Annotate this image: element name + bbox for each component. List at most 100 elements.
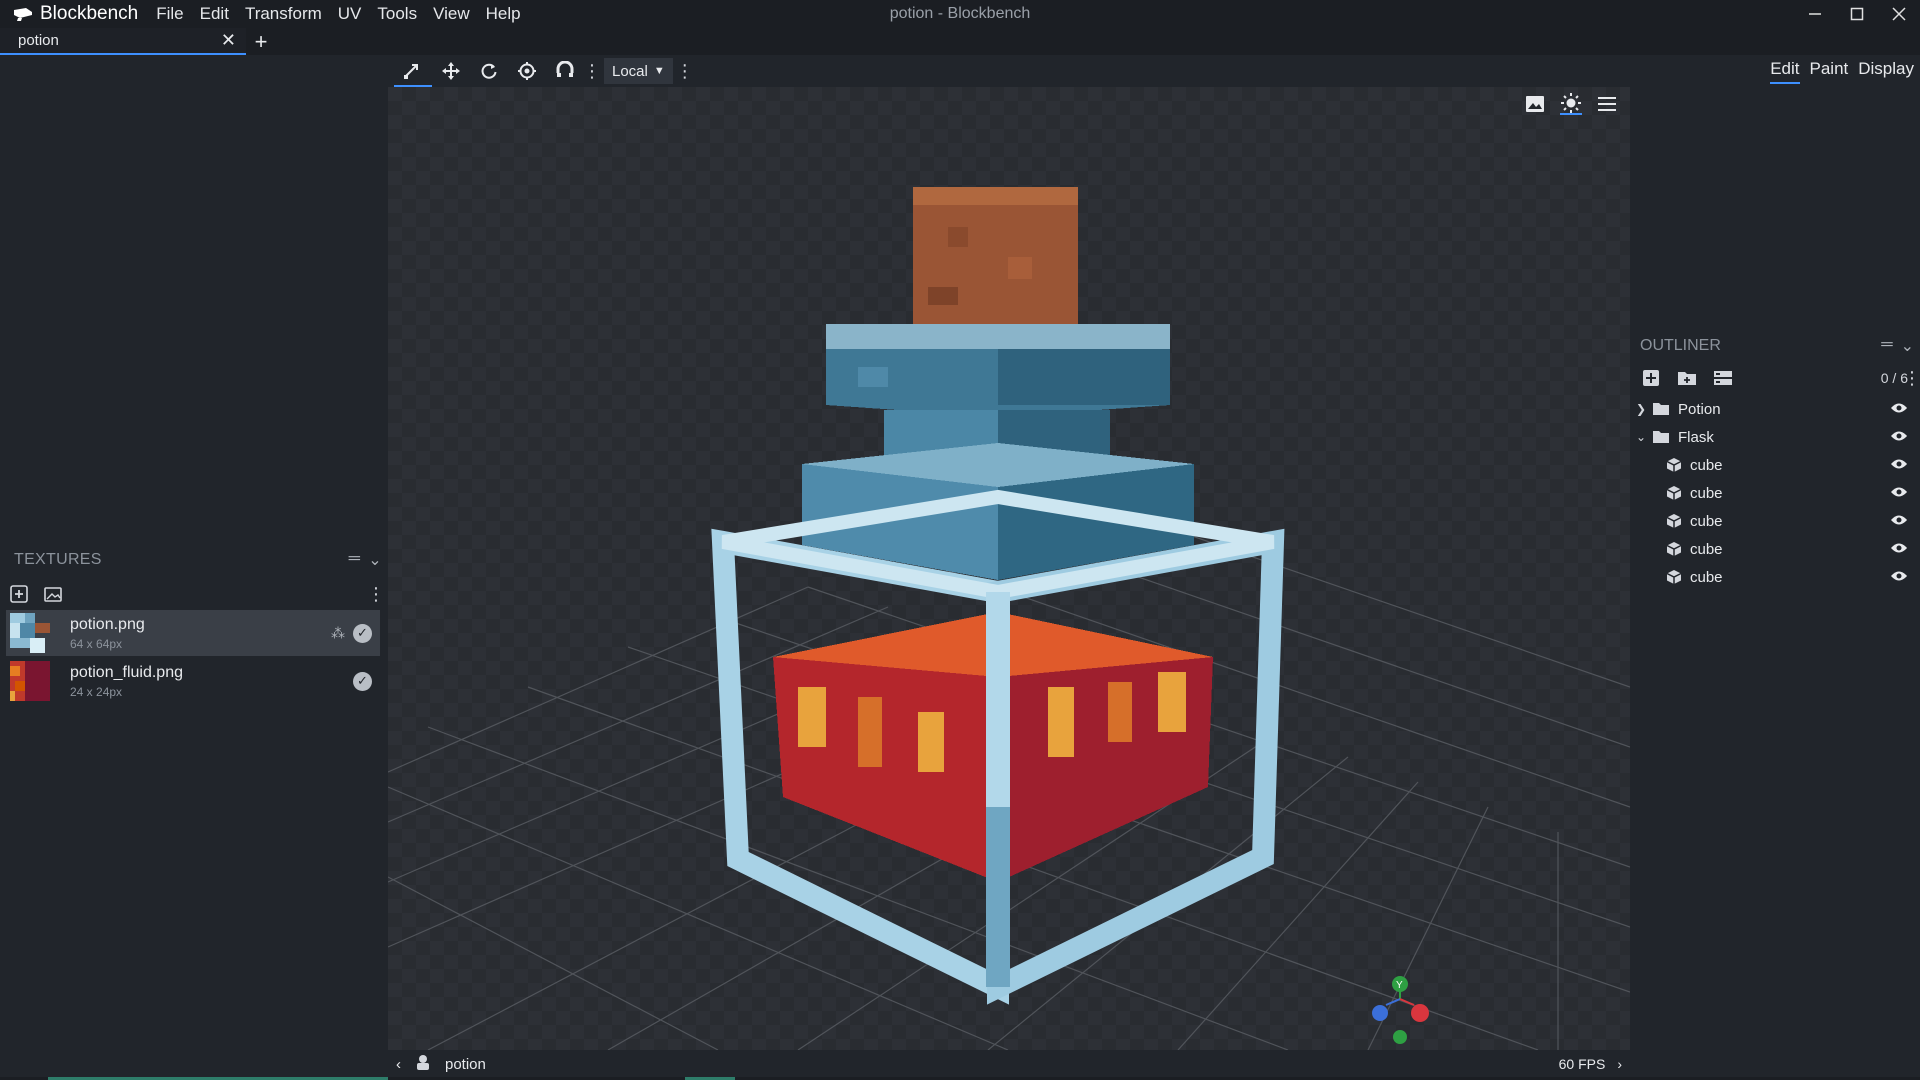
import-texture-icon[interactable] — [8, 583, 30, 605]
glass-front-edge — [986, 592, 1010, 987]
close-window-button[interactable] — [1878, 0, 1920, 28]
toolbar-more-icon[interactable]: ⋮ — [583, 61, 601, 82]
menu-bar: File Edit Transform UV Tools View Help — [148, 0, 528, 28]
menu-file[interactable]: File — [148, 0, 191, 28]
outliner-label: cube — [1690, 568, 1723, 586]
outliner-cube[interactable]: cube — [1630, 535, 1920, 563]
texture-size: 24 x 24px — [70, 684, 123, 699]
textures-panel-header: TEXTURES ═ ⌄ — [0, 548, 388, 572]
mode-tab-paint[interactable]: Paint — [1810, 59, 1849, 84]
crosshair-icon — [518, 62, 536, 80]
panel-menu-icon[interactable]: ═ — [1881, 336, 1892, 356]
background-image-icon[interactable] — [1524, 93, 1546, 115]
move-tool-button[interactable] — [394, 55, 432, 87]
hamburger-menu-icon[interactable] — [1596, 93, 1618, 115]
outliner-label: cube — [1690, 456, 1723, 474]
particle-icon[interactable]: ⁂ — [331, 625, 345, 642]
chevron-right-icon[interactable]: ❯ — [1636, 402, 1650, 416]
outliner-label: cube — [1690, 512, 1723, 530]
maximize-icon — [1850, 7, 1864, 21]
eye-icon[interactable] — [1890, 429, 1908, 446]
menu-view[interactable]: View — [425, 0, 478, 28]
toolbar-more-icon-2[interactable]: ⋮ — [676, 61, 694, 82]
eye-icon[interactable] — [1890, 541, 1908, 558]
cube-icon — [1666, 514, 1682, 528]
outliner-more-icon[interactable]: ⋮ — [1903, 368, 1920, 389]
vertex-snap-button[interactable] — [546, 55, 584, 87]
menu-uv[interactable]: UV — [330, 0, 370, 28]
chevron-left-icon[interactable]: ‹ — [396, 1056, 401, 1073]
move-tool-icon — [404, 64, 418, 79]
outliner-group-potion[interactable]: ❯ Potion — [1630, 395, 1920, 423]
model-name: potion — [445, 1055, 486, 1073]
transform-space-select[interactable]: Local ▼ — [604, 58, 673, 84]
menu-edit[interactable]: Edit — [192, 0, 237, 28]
outliner-label: Flask — [1678, 428, 1714, 446]
app-name: Blockbench — [40, 3, 139, 24]
texture-item-potion-fluid[interactable]: potion_fluid.png 24 x 24px ✓ — [6, 658, 380, 704]
outliner-title: OUTLINER — [1640, 337, 1721, 354]
cube-icon — [1666, 570, 1682, 584]
textures-toolbar: ⋮ — [0, 581, 388, 607]
outliner-cube[interactable]: cube — [1630, 507, 1920, 535]
magnet-icon — [556, 61, 574, 77]
minimize-button[interactable] — [1794, 0, 1836, 28]
check-icon[interactable]: ✓ — [353, 671, 372, 691]
eye-icon[interactable] — [1890, 569, 1908, 586]
tab-potion[interactable]: potion ✕ — [0, 28, 246, 55]
eye-icon[interactable] — [1890, 485, 1908, 502]
check-icon[interactable]: ✓ — [353, 623, 372, 643]
eye-icon[interactable] — [1890, 401, 1908, 418]
add-cube-icon[interactable] — [1640, 367, 1662, 389]
3d-viewport[interactable]: Y — [388, 87, 1630, 1050]
add-group-icon[interactable] — [1676, 367, 1698, 389]
outliner-cube[interactable]: cube — [1630, 563, 1920, 591]
create-texture-icon[interactable] — [42, 583, 64, 605]
outliner-group-flask[interactable]: ⌄ Flask — [1630, 423, 1920, 451]
collapse-all-icon[interactable] — [1712, 367, 1734, 389]
outliner-cube[interactable]: cube — [1630, 451, 1920, 479]
texture-info: potion.png 64 x 64px — [70, 616, 145, 651]
plus-icon: + — [254, 28, 268, 54]
left-sidebar: TEXTURES ═ ⌄ ⋮ potion.png 64 x 64px ⁂ ✓ … — [0, 55, 388, 1080]
close-tab-icon[interactable]: ✕ — [221, 30, 236, 51]
texture-name: potion.png — [70, 615, 145, 633]
viewport-status-bar: ‹ potion 60 FPS › — [388, 1050, 1630, 1078]
tab-bar: potion ✕ + — [0, 28, 1920, 55]
mode-tab-edit[interactable]: Edit — [1770, 59, 1800, 84]
tab-label: potion — [18, 32, 59, 49]
menu-tools[interactable]: Tools — [369, 0, 425, 28]
title-bar: Blockbench File Edit Transform UV Tools … — [0, 0, 1920, 28]
right-sidebar: Edit Paint Display OUTLINER ═ ⌄ 0 / 6 ⋮ … — [1630, 55, 1920, 1080]
chevron-right-icon[interactable]: › — [1617, 1056, 1622, 1072]
chevron-down-icon[interactable]: ⌄ — [1636, 430, 1650, 444]
outliner-panel-header: OUTLINER ═ ⌄ — [1630, 334, 1920, 358]
folder-icon — [1653, 431, 1669, 443]
eye-icon[interactable] — [1890, 457, 1908, 474]
chevron-down-icon[interactable]: ⌄ — [368, 550, 382, 570]
texture-item-potion[interactable]: potion.png 64 x 64px ⁂ ✓ — [6, 610, 380, 656]
axis-y-label: Y — [1396, 980, 1403, 991]
panel-menu-icon[interactable]: ═ — [349, 550, 361, 570]
menu-help[interactable]: Help — [478, 0, 529, 28]
arrows-icon — [442, 62, 460, 80]
pivot-tool-button[interactable] — [508, 55, 546, 87]
mode-tab-display[interactable]: Display — [1858, 59, 1914, 84]
chevron-down-icon[interactable]: ⌄ — [1901, 336, 1914, 356]
outliner-toolbar: 0 / 6 ⋮ — [1630, 366, 1920, 390]
translate-tool-button[interactable] — [432, 55, 470, 87]
outliner-cube[interactable]: cube — [1630, 479, 1920, 507]
maximize-button[interactable] — [1836, 0, 1878, 28]
rotate-tool-button[interactable] — [470, 55, 508, 87]
new-tab-button[interactable]: + — [246, 28, 276, 55]
lighting-icon[interactable] — [1560, 93, 1582, 115]
texture-name: potion_fluid.png — [70, 663, 183, 681]
menu-transform[interactable]: Transform — [237, 0, 330, 28]
viewport-toolbar: ⋮ Local ▼ ⋮ — [388, 55, 1630, 87]
texture-thumbnail — [10, 661, 50, 701]
viewport-corner-controls — [1524, 93, 1618, 115]
texture-info: potion_fluid.png 24 x 24px — [70, 664, 183, 699]
eye-icon[interactable] — [1890, 513, 1908, 530]
more-options-icon[interactable]: ⋮ — [367, 584, 385, 605]
textures-title: TEXTURES — [14, 551, 102, 568]
